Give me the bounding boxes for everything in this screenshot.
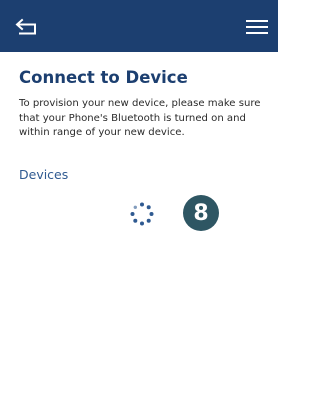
hamburger-menu-icon: [246, 20, 268, 22]
devices-section-label: Devices: [19, 167, 69, 182]
back-arrow-icon: [15, 18, 36, 35]
app-bar: [0, 0, 278, 52]
instructions-text: To provision your new device, please mak…: [19, 98, 261, 138]
page-title: Connect to Device: [19, 68, 188, 87]
hamburger-menu-button[interactable]: [244, 17, 270, 37]
loading-spinner-icon: [130, 202, 154, 226]
back-button[interactable]: [12, 15, 42, 39]
step-number-badge: 8: [183, 195, 219, 231]
